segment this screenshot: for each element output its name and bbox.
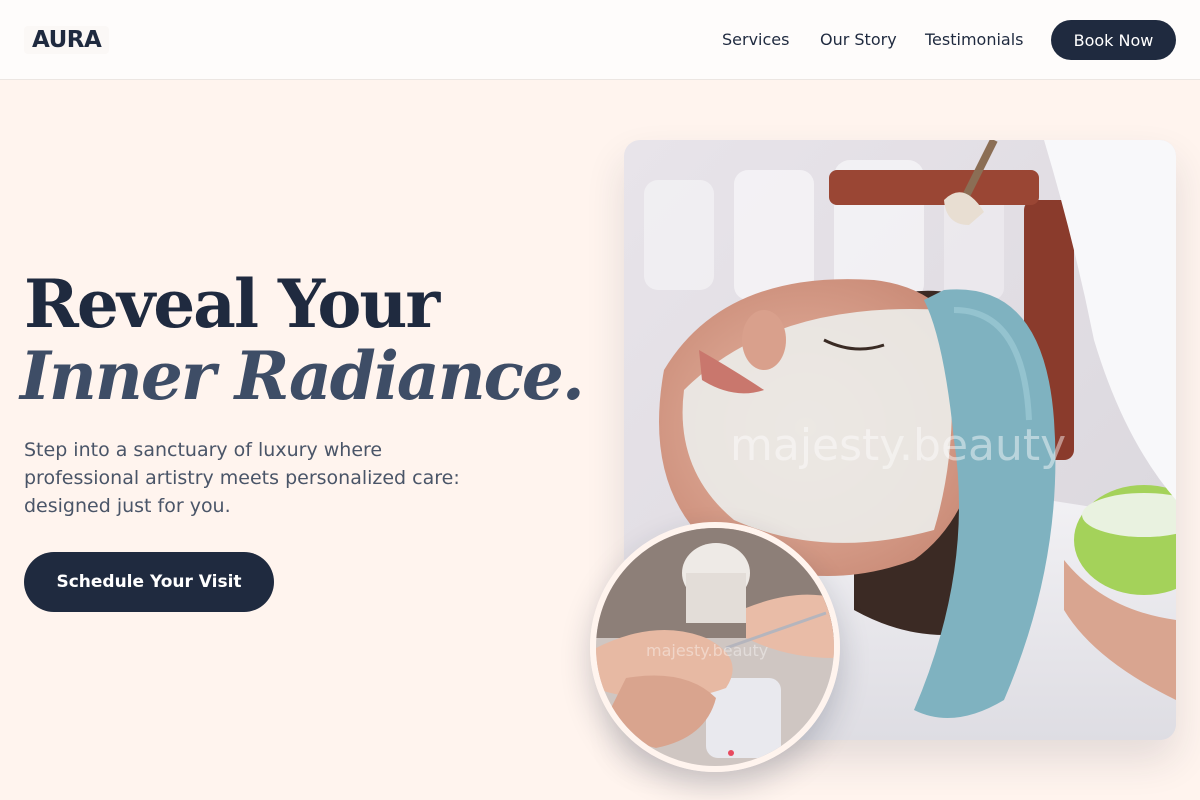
headline-line-2: Inner Radiance. [20,337,585,415]
main-watermark: majesty.beauty [730,420,1066,471]
nav-link-testimonials[interactable]: Testimonials [925,30,1024,50]
manicure-image: majesty.beauty [590,522,840,772]
schedule-visit-button[interactable]: Schedule Your Visit [24,552,274,612]
nav-link-services[interactable]: Services [722,30,789,50]
nav-link-our-story[interactable]: Our Story [820,30,897,50]
logo[interactable]: AURA [24,26,110,54]
hero-headline: Reveal Your Inner Radiance. [20,265,585,412]
circle-watermark: majesty.beauty [646,641,768,660]
top-navbar: AURA Services Our Story Testimonials Boo… [0,0,1200,80]
hero-subtitle: Step into a sanctuary of luxury where pr… [24,439,460,517]
book-now-button[interactable]: Book Now [1051,20,1176,60]
headline-line-1: Reveal Your [24,265,440,343]
